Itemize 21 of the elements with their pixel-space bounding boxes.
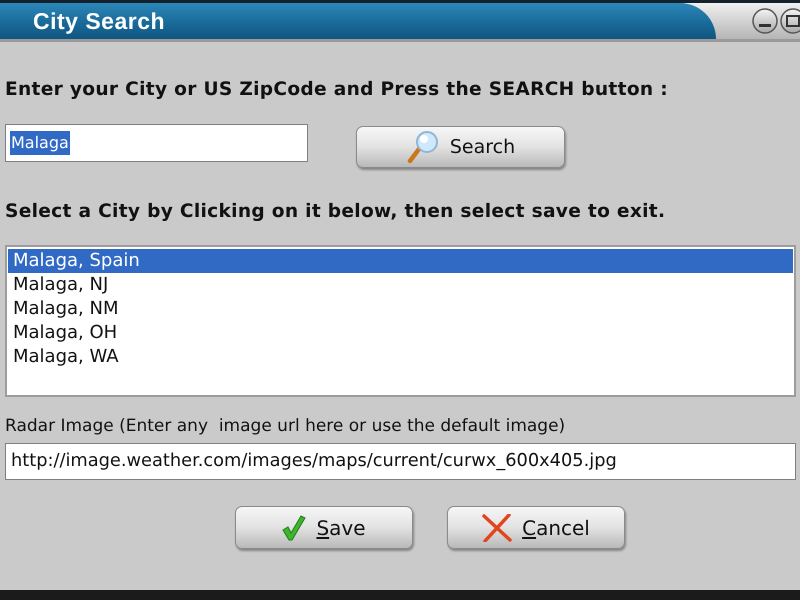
maximize-icon[interactable] — [780, 8, 800, 34]
cross-icon — [482, 514, 512, 542]
save-button[interactable]: Save — [235, 506, 413, 549]
city-listbox[interactable]: Malaga, Spain Malaga, NJ Malaga, NM Malaga, OH Malaga, WA — [5, 245, 796, 397]
cancel-button[interactable]: Cancel — [447, 506, 625, 549]
checkmark-icon — [282, 514, 306, 540]
window-title: City Search — [33, 6, 166, 36]
city-list-item[interactable]: Malaga, Spain — [8, 249, 793, 273]
radar-url-input[interactable]: http://image.weather.com/images/maps/current/curwx_600x405.jpg — [5, 443, 796, 480]
search-button-label: Search — [450, 134, 516, 160]
search-prompt: Enter your City or US ZipCode and Press the SEARCH button : — [5, 79, 668, 101]
city-list-item[interactable]: Malaga, NJ — [8, 273, 793, 297]
minimize-icon[interactable] — [752, 8, 778, 34]
search-button[interactable]: Search — [356, 126, 565, 168]
results-prompt: Select a City by Clicking on it below, then select save to exit. — [5, 201, 666, 223]
radar-label: Radar Image (Enter any image url here or use the default image) — [5, 415, 566, 437]
magnifier-icon — [406, 130, 440, 164]
city-list-item[interactable]: Malaga, NM — [8, 297, 793, 321]
city-list-item[interactable]: Malaga, OH — [8, 321, 793, 345]
city-list-item[interactable]: Malaga, WA — [8, 345, 793, 369]
city-input[interactable]: Malaga — [5, 124, 308, 162]
